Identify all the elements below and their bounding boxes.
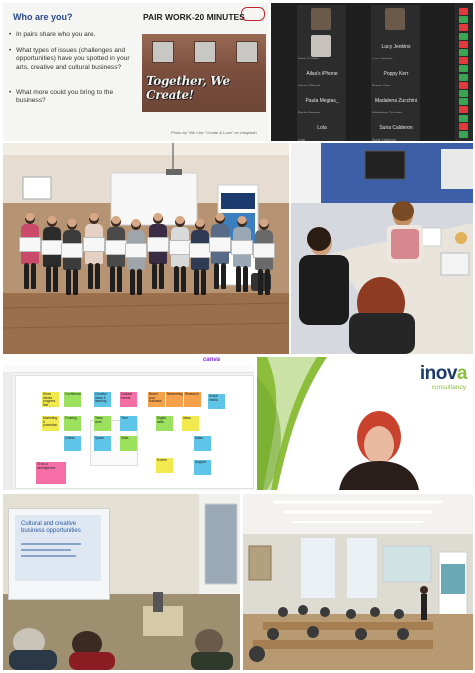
sticky-note[interactable]: Networking	[166, 392, 183, 407]
participant-tile[interactable]: Suria Calderon Suria Calderon	[371, 113, 420, 141]
graffiti-text: Together, We Create!	[146, 74, 230, 102]
participant-video-icon	[311, 8, 331, 30]
participant-label: Suria Calderon	[372, 138, 396, 141]
participant-video-icon	[311, 35, 331, 57]
participant-tile[interactable]: Poppy KerrPoppy Kerr	[371, 59, 420, 89]
participant-video-icon	[385, 8, 405, 30]
screen-title: Cultural and creative business opportuni…	[21, 521, 81, 534]
company-logo: inova	[419, 363, 468, 384]
organisation-logo-icon	[241, 7, 265, 21]
sticky-note[interactable]: Team work	[94, 416, 111, 431]
sticky-note[interactable]: Research	[184, 392, 201, 407]
app-sidebar	[455, 3, 473, 141]
app-status-icon[interactable]	[459, 8, 468, 15]
app-status-icon[interactable]	[459, 16, 468, 24]
sticky-note[interactable]: Funding	[64, 416, 81, 431]
sticky-note[interactable]: Marketing & promotion	[42, 416, 59, 431]
sticky-note[interactable]: Creative ideas & learning	[94, 392, 111, 407]
participant-label: Lola	[298, 138, 305, 141]
sticky-note[interactable]: Show clients progress feel creativity	[42, 392, 59, 407]
participant-tile[interactable]: Mark Quigley	[297, 32, 346, 62]
participant-name: Lola	[317, 125, 327, 131]
app-status-icon[interactable]	[459, 57, 468, 65]
participant-tile[interactable]: Ailsa's iPhoneAilsa's iPhone	[297, 59, 346, 89]
presentation-slide: Who are you? PAIR WORK-20 MINUTES In pai…	[3, 3, 269, 141]
group-photo-certificates	[3, 143, 289, 354]
sticky-note[interactable]: Ideas	[182, 416, 199, 431]
slide-bullet: What more could you bring to the busines…	[9, 89, 134, 106]
app-status-icon[interactable]	[459, 122, 468, 130]
slide-question: Who are you?	[13, 12, 73, 22]
participant-tile[interactable]: Paula Megias_Paula Megias	[297, 86, 346, 116]
participant-name: Madalena Zucchini	[375, 98, 417, 104]
sticky-note[interactable]: Events	[156, 458, 173, 473]
app-status-icon[interactable]	[459, 98, 468, 106]
sticky-note[interactable]: To do & development	[36, 462, 66, 484]
sticky-note[interactable]: Support	[194, 460, 211, 475]
company-logo-subtitle: consultancy	[431, 384, 466, 391]
participant-tile[interactable]: Lola Lola	[297, 113, 346, 141]
app-status-icon[interactable]	[459, 32, 468, 40]
participant-name: Ailsa's iPhone	[306, 71, 338, 77]
participant-tile[interactable]	[297, 5, 346, 35]
sticky-note[interactable]: Cultural events	[120, 392, 137, 407]
sticky-note[interactable]: Social media	[208, 394, 225, 409]
app-status-icon[interactable]	[459, 40, 468, 48]
slide-bullet: What types of issues (challenges and opp…	[9, 47, 134, 72]
sticky-note[interactable]: Skills	[120, 436, 137, 451]
editor-toolbar	[3, 365, 254, 373]
participant-name: Suria Calderon	[379, 125, 413, 131]
sticky-note[interactable]: Digital skills	[156, 416, 173, 431]
slide-bullet: In pairs share who you are.	[9, 31, 134, 40]
app-status-icon[interactable]	[459, 106, 468, 114]
participant-name: Paula Megias_	[305, 98, 339, 104]
meeting-room-photo	[291, 143, 473, 354]
sticky-note[interactable]: Space	[94, 436, 111, 451]
app-status-icon[interactable]	[459, 90, 468, 97]
conference-hall-photo	[243, 494, 473, 670]
photo-credit: Photo by "We Like "Create & Love" on Uns…	[171, 130, 257, 135]
participant-name: Lucy Jenkins	[381, 44, 411, 50]
whiteboard-canvas: Show clients progress feel creativity Con…	[15, 375, 254, 489]
graffiti-wall-photo: Together, We Create!	[142, 34, 266, 112]
editor-side-panel	[3, 372, 13, 490]
sticky-note[interactable]: Sales	[194, 436, 211, 451]
sticky-note[interactable]: Clients	[64, 436, 81, 451]
app-status-icon[interactable]	[459, 81, 468, 89]
app-status-icon[interactable]	[459, 73, 468, 81]
sticky-note[interactable]: Time	[120, 416, 137, 431]
participant-name: Poppy Kerr	[383, 71, 409, 77]
app-status-icon[interactable]	[459, 49, 468, 56]
app-status-icon[interactable]	[459, 131, 468, 138]
sticky-note[interactable]: Confidence	[64, 392, 81, 407]
sticky-note[interactable]: Brand your business	[148, 392, 165, 407]
participant-tile[interactable]	[371, 5, 420, 35]
whiteboard-brand: canva	[203, 357, 221, 363]
slide-heading: PAIR WORK-20 MINUTES	[143, 12, 245, 22]
classroom-presentation-photo: Cultural and creative business opportuni…	[3, 494, 240, 670]
speaker-video-tile: inova consultancy	[257, 357, 473, 490]
app-status-icon[interactable]	[459, 65, 468, 73]
app-status-icon[interactable]	[459, 114, 468, 122]
app-status-icon[interactable]	[459, 24, 468, 32]
video-call-gallery: Mark Quigley Lucy JenkinsLucy Jenkins Ails…	[271, 3, 473, 141]
participant-tile[interactable]: Lucy JenkinsLucy Jenkins	[371, 32, 420, 62]
projector-screen: Cultural and creative business opportuni…	[8, 508, 110, 600]
online-whiteboard-screenshot: canva Show clients progress feel creativ…	[3, 357, 254, 490]
participant-tile[interactable]: Madalena ZucchiniMadalena Zucchini	[371, 86, 420, 116]
